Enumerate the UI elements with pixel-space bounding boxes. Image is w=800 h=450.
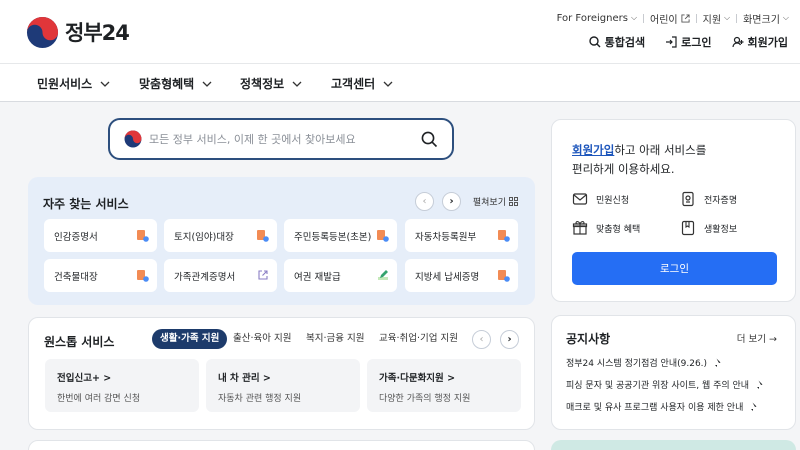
- nav-customer-center[interactable]: 고객센터: [331, 75, 393, 92]
- one-stop-card[interactable]: 내 차 관리 > 자동차 관련 행정 지원: [206, 359, 360, 412]
- section-title: 자주 찾는 서비스: [43, 197, 129, 211]
- search-icon: [588, 36, 601, 48]
- next-panel: [28, 440, 535, 450]
- service-card[interactable]: 지방세 납세증명: [405, 259, 518, 292]
- login-button[interactable]: 로그인: [572, 252, 777, 285]
- frequent-services-panel: 자주 찾는 서비스 ‹ › 펼쳐보기 인감증명서 토지(임야)대장 주민등록등본…: [28, 177, 535, 305]
- external-link-icon: [681, 13, 690, 23]
- service-e-certificate: 전자증명: [680, 191, 737, 207]
- service-card[interactable]: 건축물대장: [44, 259, 157, 292]
- service-card[interactable]: 가족관계증명서: [164, 259, 277, 292]
- one-stop-card[interactable]: 전입신고+ > 한번에 여러 감면 신청: [45, 359, 199, 412]
- gift-icon: [572, 221, 588, 235]
- for-foreigners-link[interactable]: For Foreigners ⌵: [557, 13, 637, 24]
- service-card[interactable]: 주민등록등본(초본): [284, 219, 397, 252]
- service-custom-benefits: 맞춤형 혜택: [572, 220, 640, 236]
- nav-civil-services[interactable]: 민원서비스: [37, 75, 110, 92]
- nav-policy-info[interactable]: 정책정보: [240, 75, 302, 92]
- document-print-icon: [498, 270, 510, 282]
- notice-item[interactable]: 피싱 문자 및 공공기관 위장 사이트, 웹 주의 안내: [566, 378, 763, 391]
- kids-link[interactable]: 어린이: [650, 11, 690, 26]
- service-civil-request: 민원신청: [572, 191, 629, 207]
- one-stop-services-panel: 원스톱 서비스 생활·가족 지원 출산·육아 지원 복지·금융 지원 교육·취업…: [28, 317, 535, 430]
- pin-icon: [714, 358, 721, 368]
- chevron-down-icon: [100, 81, 110, 87]
- main-navigation: 민원서비스 맞춤형혜택 정책정보 고객센터: [0, 63, 800, 102]
- notice-panel: 공지사항 더 보기 → 정부24 시스템 정기점검 안내(9.26.) 피싱 문…: [551, 315, 796, 430]
- login-link[interactable]: 로그인: [665, 34, 712, 50]
- main-search-box[interactable]: 모든 정부 서비스, 이제 한 곳에서 찾아보세요: [108, 118, 454, 160]
- notice-item[interactable]: 정부24 시스템 정기점검 안내(9.26.): [566, 356, 721, 369]
- document-print-icon: [257, 230, 269, 242]
- service-card[interactable]: 인감증명서: [44, 219, 157, 252]
- notice-more-link[interactable]: 더 보기 →: [737, 331, 777, 345]
- chevron-right-icon: ›: [449, 196, 454, 207]
- tab-birth-childcare[interactable]: 출산·육아 지원: [233, 329, 291, 349]
- document-print-icon: [498, 230, 510, 242]
- support-link[interactable]: 지원 ⌵: [703, 11, 730, 26]
- logo-text: 정부24: [65, 21, 130, 45]
- document-print-icon: [137, 230, 149, 242]
- login-message: 회원가입하고 아래 서비스를 편리하게 이용하세요.: [572, 143, 707, 176]
- pen-edit-icon: [378, 270, 388, 280]
- external-link-icon: [258, 270, 268, 280]
- chevron-down-icon: [383, 81, 393, 87]
- chevron-down-icon: ⌵: [724, 13, 731, 22]
- integrated-search-button[interactable]: 통합검색: [588, 34, 645, 50]
- expand-button[interactable]: 펼쳐보기: [473, 195, 518, 208]
- section-title: 원스톱 서비스: [44, 335, 115, 349]
- tab-welfare-finance[interactable]: 복지·금융 지원: [306, 329, 364, 349]
- document-print-icon: [137, 270, 149, 282]
- tab-education-jobs[interactable]: 교육·취업·기업 지원: [379, 329, 458, 349]
- utility-links: For Foreigners ⌵ 어린이 지원 ⌵ 화면크기 ⌵: [557, 11, 789, 26]
- next-button[interactable]: ›: [500, 330, 519, 349]
- pin-icon: [756, 380, 763, 390]
- login-icon: [666, 36, 677, 48]
- pin-icon: [750, 402, 757, 412]
- chevron-left-icon: ‹: [479, 334, 484, 345]
- divider: [643, 13, 645, 23]
- nav-custom-benefits[interactable]: 맞춤형혜택: [139, 75, 212, 92]
- divider: [736, 13, 738, 23]
- chevron-right-icon: ›: [507, 334, 512, 345]
- signup-inline-link[interactable]: 회원가입: [572, 143, 614, 157]
- divider: [695, 13, 697, 23]
- search-placeholder[interactable]: 모든 정부 서비스, 이제 한 곳에서 찾아보세요: [149, 131, 356, 147]
- chevron-down-icon: [292, 81, 302, 87]
- login-panel: 회원가입하고 아래 서비스를 편리하게 이용하세요. 민원신청 전자증명 맞춤형…: [551, 119, 796, 302]
- mail-icon: [572, 193, 588, 205]
- certificate-icon: [682, 191, 694, 207]
- chevron-down-icon: [202, 81, 212, 87]
- font-size-link[interactable]: 화면크기 ⌵: [743, 11, 789, 26]
- service-card[interactable]: 여권 재발급: [284, 259, 397, 292]
- prev-button[interactable]: ‹: [415, 192, 434, 211]
- taegeuk-logo-icon: [124, 130, 142, 148]
- site-logo[interactable]: 정부24: [26, 14, 130, 50]
- bookmark-icon: [681, 220, 695, 236]
- grid-icon: [509, 197, 518, 206]
- signup-link[interactable]: 회원가입: [731, 34, 788, 50]
- prev-button[interactable]: ‹: [472, 330, 491, 349]
- document-print-icon: [377, 230, 389, 242]
- service-card[interactable]: 자동차등록원부: [405, 219, 518, 252]
- next-button[interactable]: ›: [442, 192, 461, 211]
- user-plus-icon: [731, 36, 744, 48]
- chevron-left-icon: ‹: [422, 196, 427, 207]
- taegeuk-logo-icon: [26, 16, 59, 48]
- chevron-down-icon: ⌵: [782, 13, 789, 22]
- section-title: 공지사항: [566, 332, 611, 346]
- tab-life-family[interactable]: 생활·가족 지원: [152, 329, 228, 349]
- service-card[interactable]: 토지(임야)대장: [164, 219, 277, 252]
- promo-panel: [551, 440, 796, 450]
- service-life-info: 생활정보: [680, 220, 737, 236]
- notice-item[interactable]: 매크로 및 유사 프로그램 사용자 이용 제한 안내: [566, 400, 757, 413]
- search-icon[interactable]: [421, 131, 438, 148]
- header-actions: 통합검색 로그인 회원가입: [569, 34, 788, 50]
- chevron-down-icon: ⌵: [630, 13, 638, 22]
- one-stop-card[interactable]: 가족·다문화지원 > 다양한 가족의 행정 지원: [367, 359, 521, 412]
- site-header: 정부24 For Foreigners ⌵ 어린이 지원 ⌵ 화면크기 ⌵ 통합검색 …: [0, 0, 800, 63]
